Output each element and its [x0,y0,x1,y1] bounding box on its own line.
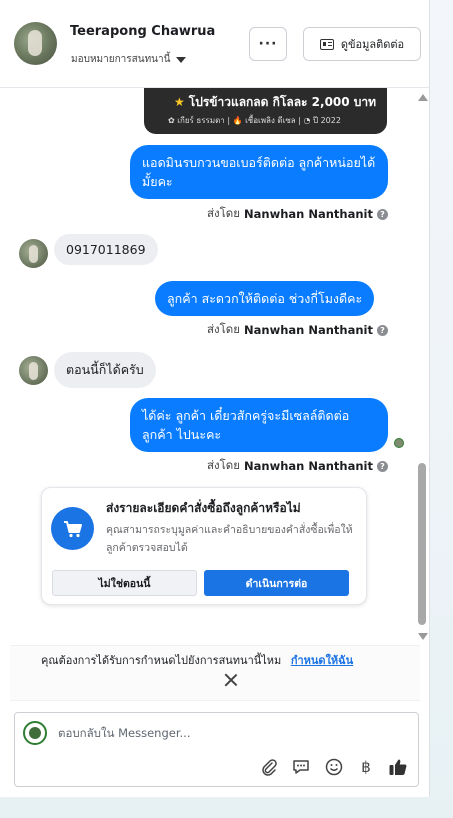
sent-by-prefix: ส่งโดย [206,206,241,220]
message-composer: ฿ [14,712,419,787]
continue-button[interactable]: ดำเนินการต่อ [204,570,349,596]
sent-by-line: ส่งโดย Nanwhan Nanthanit ? [207,321,388,339]
assign-dropdown[interactable]: มอบหมายการสนทนานี้ [71,52,187,67]
order-details-card: ส่งรายละเอียดคำสั่งซื้อถึงลูกค้าหรือไม่ … [41,487,367,605]
order-card-title: ส่งรายละเอียดคำสั่งซื้อถึงลูกค้าหรือไม่ [106,501,301,515]
scrollbar-thumb[interactable] [418,463,426,625]
page-avatar [23,721,47,745]
sent-by-prefix: ส่งโดย [206,458,241,472]
speech-bubble-icon[interactable] [291,757,311,777]
info-icon[interactable]: ? [377,460,388,472]
outgoing-message[interactable]: ลูกค้า สะดวกให้ติดต่อ ช่วงกี่โมงดีคะ [155,281,375,316]
promo-specs: ✿ เกียร์ ธรรมดา | 🔥 เชื้อเพลิง ดีเซล | ◔… [168,116,341,125]
paperclip-icon[interactable] [259,757,279,777]
outgoing-message[interactable]: ได้ค่ะ ลูกค้า เดี๋ยวสักครู่จะมีเซลล์ติดต… [130,398,388,452]
message-thread[interactable]: ★ โปรข้าวแลกลด กิโลละ 2,000 บาท ✿ เกียร์ … [0,88,430,643]
thumbs-up-icon[interactable] [388,757,408,777]
close-icon[interactable] [224,673,238,687]
incoming-message[interactable]: 0917011869 [54,234,158,265]
order-card-description: คุณสามารถระบุมูลค่าและคำอธิบายของคำสั่งซ… [106,524,353,554]
promo-headline: ★ โปรข้าวแลกลด กิโลละ 2,000 บาท [174,93,376,112]
contact-avatar-small [19,239,48,268]
view-contact-info-button[interactable]: ดูข้อมูลติดต่อ [303,27,421,61]
scroll-up-arrow-icon[interactable] [418,94,428,101]
conversation-panel: Teerapong Chawrua มอบหมายการสนทนานี้ ···… [0,0,430,797]
seen-indicator-avatar [394,438,404,448]
emoji-icon[interactable] [324,757,344,777]
outgoing-message[interactable]: แอดมินรบกวนขอเบอร์ติดต่อ ลูกค้าหน่อยได้ม… [130,145,388,199]
assignment-prompt-text: คุณต้องการได้รับการกำหนดไปยังการสนทนานี้… [41,654,282,667]
promo-image-card[interactable]: ★ โปรข้าวแลกลด กิโลละ 2,000 บาท ✿ เกียร์ … [144,88,387,134]
scroll-down-arrow-icon[interactable] [418,633,428,640]
contact-name[interactable]: Teerapong Chawrua [70,24,215,39]
assignment-prompt-line: คุณต้องการได้รับการกำหนดไปยังการสนทนานี้… [41,651,353,669]
info-icon[interactable]: ? [377,208,388,220]
conversation-header: Teerapong Chawrua มอบหมายการสนทนานี้ ···… [0,0,430,88]
sender-name: Nanwhan Nanthanit [244,323,373,337]
baht-icon[interactable]: ฿ [356,757,376,777]
sent-by-line: ส่งโดย Nanwhan Nanthanit ? [207,457,388,475]
promo-headline-text: โปรข้าวแลกลด กิโลละ 2,000 บาท [188,95,377,109]
assign-label: มอบหมายการสนทนานี้ [71,54,171,65]
info-icon[interactable]: ? [377,324,388,336]
contact-avatar[interactable] [14,22,57,65]
assign-to-me-link[interactable]: กำหนดให้ฉัน [291,654,353,667]
more-options-button[interactable]: ··· [249,27,287,61]
incoming-message[interactable]: ตอนนี้ก็ได้ครับ [54,352,156,388]
contact-avatar-small [19,356,48,385]
sent-by-prefix: ส่งโดย [206,322,241,336]
view-contact-info-label: ดูข้อมูลติดต่อ [340,38,405,51]
thread-scrollbar[interactable] [416,91,428,643]
contact-card-icon [319,38,334,50]
star-icon: ★ [174,95,185,109]
assignment-prompt: คุณต้องการได้รับการกำหนดไปยังการสนทนานี้… [10,645,420,701]
shopping-cart-icon [51,507,94,550]
reply-input[interactable] [58,726,388,740]
caret-down-icon [176,56,187,63]
sender-name: Nanwhan Nanthanit [244,459,373,473]
sender-name: Nanwhan Nanthanit [244,207,373,221]
sent-by-line: ส่งโดย Nanwhan Nanthanit ? [207,205,388,223]
not-now-button[interactable]: ไม่ใช่ตอนนี้ [52,570,197,596]
